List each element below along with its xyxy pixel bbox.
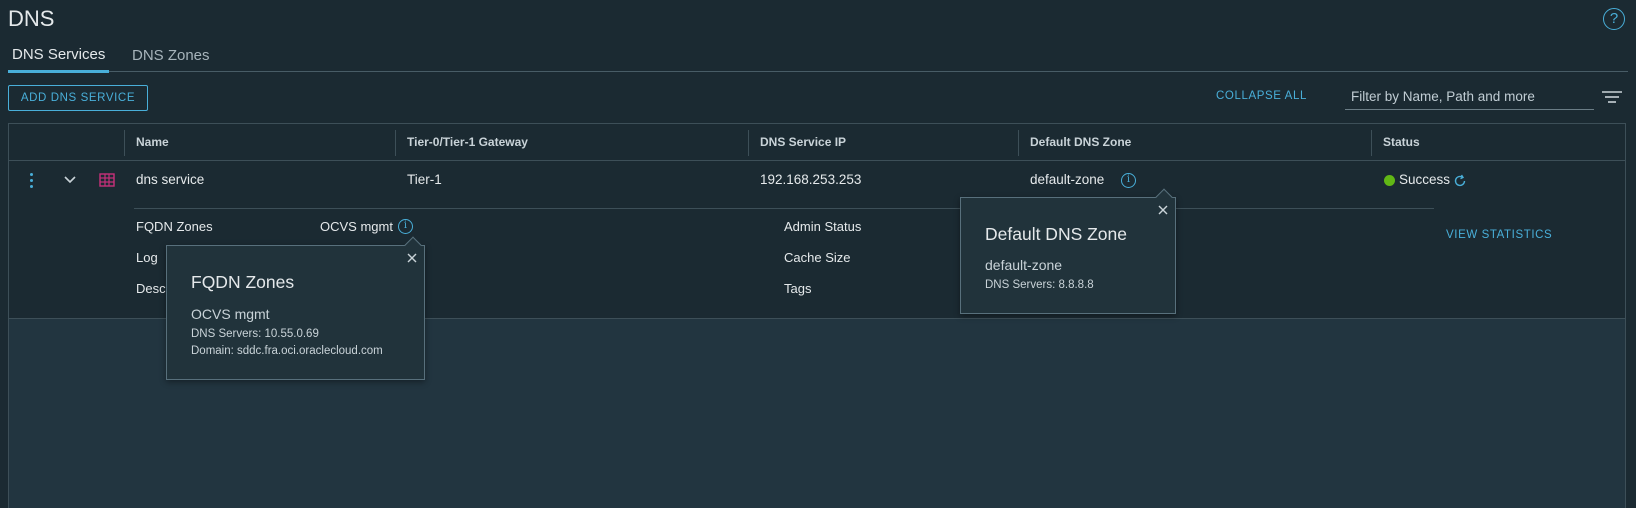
- popover-zone-name: OCVS mgmt: [191, 306, 270, 322]
- row-ip: 192.168.253.253: [760, 172, 862, 187]
- column-header-default-zone[interactable]: Default DNS Zone: [1030, 135, 1131, 149]
- popover-dns-servers: DNS Servers: 8.8.8.8: [985, 279, 1094, 291]
- collapse-all-button[interactable]: COLLAPSE ALL: [1216, 90, 1307, 102]
- tab-dns-services[interactable]: DNS Services: [8, 46, 110, 73]
- close-icon[interactable]: [1157, 204, 1169, 216]
- popover-zone-name: default-zone: [985, 257, 1063, 273]
- info-icon[interactable]: i: [398, 219, 413, 234]
- admin-status-label: Admin Status: [784, 219, 862, 234]
- row-actions-icon[interactable]: [30, 173, 34, 189]
- chevron-down-icon[interactable]: [63, 175, 77, 185]
- view-statistics-link[interactable]: VIEW STATISTICS: [1446, 229, 1552, 241]
- dns-service-icon: [99, 173, 115, 187]
- popover-title: FQDN Zones: [191, 272, 295, 292]
- page-title: DNS: [8, 6, 55, 31]
- info-icon[interactable]: i: [1121, 173, 1136, 188]
- popover-domain: Domain: sddc.fra.oci.oraclecloud.com: [191, 345, 383, 357]
- add-dns-service-button[interactable]: ADD DNS SERVICE: [8, 85, 148, 111]
- filter-icon[interactable]: [1601, 90, 1623, 104]
- column-header-status[interactable]: Status: [1383, 135, 1420, 149]
- column-header-gateway[interactable]: Tier-0/Tier-1 Gateway: [407, 135, 528, 149]
- grid-header: Name Tier-0/Tier-1 Gateway DNS Service I…: [9, 124, 1625, 161]
- column-separator: [748, 130, 749, 156]
- popover-dns-servers: DNS Servers: 10.55.0.69: [191, 328, 319, 340]
- status-dot: [1384, 175, 1395, 186]
- column-header-name[interactable]: Name: [136, 135, 169, 149]
- column-separator: [395, 130, 396, 156]
- filter-input[interactable]: [1345, 84, 1594, 110]
- help-icon[interactable]: ?: [1603, 8, 1625, 30]
- row-name: dns service: [136, 172, 205, 187]
- default-dns-zone-popover: Default DNS Zone default-zone DNS Server…: [960, 188, 1176, 314]
- log-label: Log: [136, 250, 158, 265]
- row-default-zone: default-zone: [1030, 172, 1105, 187]
- tags-label: Tags: [784, 281, 812, 296]
- column-separator: [1018, 130, 1019, 156]
- row-divider: [134, 208, 1434, 209]
- status-badge: Success: [1399, 172, 1451, 187]
- fqdn-zones-popover: FQDN Zones OCVS mgmt DNS Servers: 10.55.…: [166, 236, 425, 380]
- row-gateway[interactable]: Tier-1: [407, 172, 442, 187]
- cache-size-label: Cache Size: [784, 250, 851, 265]
- column-separator: [124, 130, 125, 156]
- fqdn-zones-label: FQDN Zones: [136, 219, 213, 234]
- fqdn-zones-value: OCVS mgmt: [320, 219, 393, 234]
- column-header-ip[interactable]: DNS Service IP: [760, 135, 846, 149]
- popover-title: Default DNS Zone: [985, 224, 1128, 244]
- description-label: Desc: [136, 281, 166, 296]
- close-icon[interactable]: [406, 252, 418, 264]
- refresh-icon[interactable]: [1453, 174, 1467, 188]
- column-separator: [1371, 130, 1372, 156]
- tab-dns-zones[interactable]: DNS Zones: [132, 47, 210, 74]
- tab-bar: DNS Services DNS Zones: [8, 44, 1628, 74]
